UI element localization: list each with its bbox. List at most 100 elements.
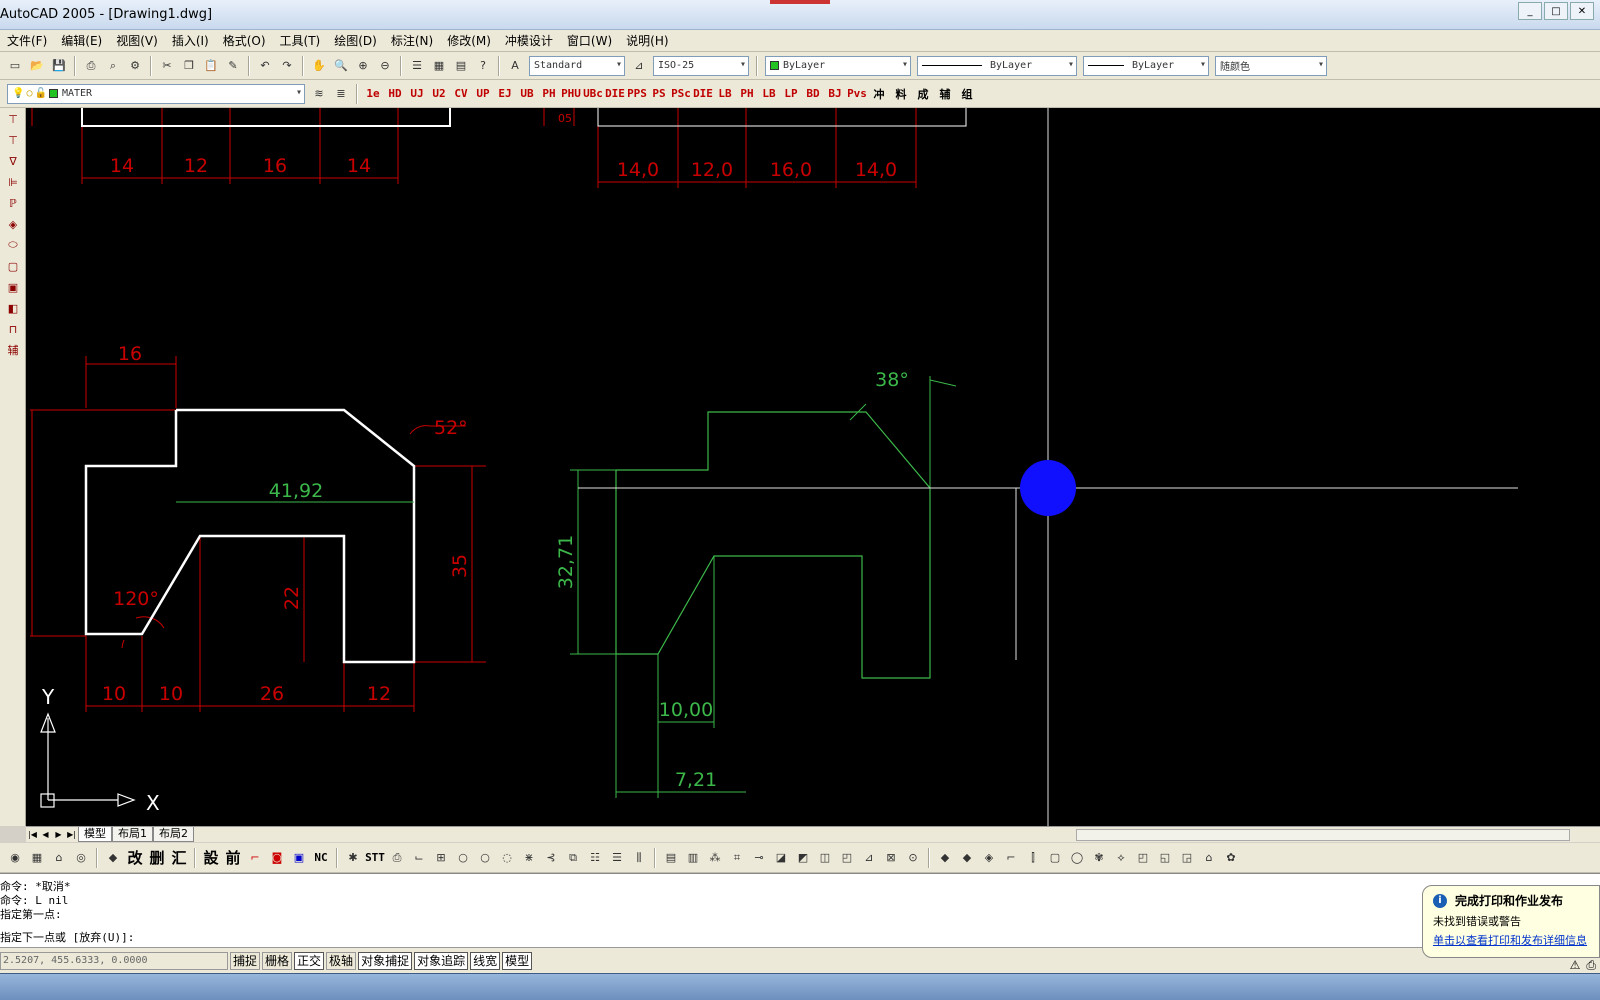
- tool-icon-v[interactable]: ⌗: [727, 848, 747, 868]
- tool-icon-t[interactable]: ▥: [683, 848, 703, 868]
- tab-layout1[interactable]: 布局1: [112, 827, 153, 842]
- delete-btn[interactable]: 删: [147, 848, 167, 868]
- menu-insert[interactable]: 插入(I): [165, 32, 216, 49]
- custom-btn-7[interactable]: EJ: [495, 84, 515, 104]
- next-tab-icon[interactable]: ▶: [52, 830, 65, 839]
- tool-icon-q[interactable]: ☰: [607, 848, 627, 868]
- tool-icon-i[interactable]: ✱: [343, 848, 363, 868]
- tool-icon-j[interactable]: ⎙: [387, 848, 407, 868]
- otrack-toggle[interactable]: 对象追踪: [414, 951, 469, 970]
- custom-btn-5[interactable]: CV: [451, 84, 471, 104]
- tool-icon-aj[interactable]: ▢: [1045, 848, 1065, 868]
- copy-icon[interactable]: ❐: [179, 56, 199, 76]
- print-icon[interactable]: ⎙: [81, 56, 101, 76]
- minimize-button[interactable]: _: [1518, 2, 1542, 20]
- pan-icon[interactable]: ✋: [309, 56, 329, 76]
- custom-btn-10[interactable]: PHU: [561, 84, 581, 104]
- tab-layout2[interactable]: 布局2: [153, 827, 194, 842]
- tool-icon-n[interactable]: ⊰: [541, 848, 561, 868]
- zoom-window-icon[interactable]: ⊕: [353, 56, 373, 76]
- text-style-icon[interactable]: A: [505, 56, 525, 76]
- tool-icon-g[interactable]: ◙: [267, 848, 287, 868]
- die-tool-icon-4[interactable]: ⊫: [3, 172, 23, 192]
- custom-btn-6[interactable]: UP: [473, 84, 493, 104]
- setup-btn[interactable]: 設: [201, 848, 221, 868]
- tool-icon-k[interactable]: ⌙: [409, 848, 429, 868]
- tool-icon-b[interactable]: ▦: [27, 848, 47, 868]
- custom-btn-aux[interactable]: 辅: [935, 84, 955, 104]
- custom-btn-18[interactable]: PH: [737, 84, 757, 104]
- tool-icon-u[interactable]: ⁂: [705, 848, 725, 868]
- polar-toggle[interactable]: 极轴: [326, 951, 357, 970]
- die-tool-icon-5[interactable]: ℙ: [3, 193, 23, 213]
- tool-icon-x[interactable]: ◪: [771, 848, 791, 868]
- nc-btn[interactable]: NC: [311, 848, 331, 868]
- command-window[interactable]: 命令: *取消* 命令: L nil 指定第一点: 指定下一点或 [放弃(U)]…: [0, 873, 1600, 947]
- die-tool-icon-6[interactable]: ◈: [3, 214, 23, 234]
- grid-toggle[interactable]: 栅格: [262, 951, 293, 970]
- notification-link[interactable]: 单击以查看打印和发布详细信息: [1433, 932, 1599, 948]
- die-tool-icon-9[interactable]: ▣: [3, 277, 23, 297]
- tool-icon-aa[interactable]: ◰: [837, 848, 857, 868]
- custom-btn-14[interactable]: PS: [649, 84, 669, 104]
- help-icon[interactable]: ?: [473, 56, 493, 76]
- die-tool-icon-7[interactable]: ⬭: [3, 235, 23, 255]
- ortho-toggle[interactable]: 正交: [294, 951, 325, 970]
- custom-btn-20[interactable]: LP: [781, 84, 801, 104]
- open-file-icon[interactable]: 📂: [27, 56, 47, 76]
- tool-icon-an[interactable]: ◰: [1133, 848, 1153, 868]
- warning-icon[interactable]: ⚠: [1570, 958, 1581, 973]
- menu-die-design[interactable]: 冲模设计: [498, 32, 560, 49]
- tool-icon-af[interactable]: ◆: [957, 848, 977, 868]
- circle-icon-1[interactable]: ○: [453, 848, 473, 868]
- tool-icon-f[interactable]: ⌐: [245, 848, 265, 868]
- die-tool-icon-2[interactable]: ⊤: [3, 130, 23, 150]
- last-tab-icon[interactable]: ▶|: [65, 830, 78, 839]
- menu-format[interactable]: 格式(O): [216, 32, 273, 49]
- tool-icon-ao[interactable]: ◱: [1155, 848, 1175, 868]
- menu-edit[interactable]: 编辑(E): [54, 32, 109, 49]
- preview-icon[interactable]: ⌕: [103, 56, 123, 76]
- custom-btn-19[interactable]: LB: [759, 84, 779, 104]
- tool-icon-r[interactable]: ⫼: [629, 848, 649, 868]
- layer-manager-icon[interactable]: ≣: [331, 84, 351, 104]
- tool-icon-p[interactable]: ☷: [585, 848, 605, 868]
- menu-tools[interactable]: 工具(T): [273, 32, 328, 49]
- command-prompt[interactable]: 指定下一点或 [放弃(U)]:: [0, 931, 134, 945]
- layer-select[interactable]: 💡 ○ 🔓 MATER: [7, 83, 305, 104]
- plot-icon[interactable]: ⎙: [1586, 958, 1596, 973]
- prev-tab-icon[interactable]: ◀: [39, 830, 52, 839]
- tool-icon-z[interactable]: ◫: [815, 848, 835, 868]
- summary-btn[interactable]: 汇: [169, 848, 189, 868]
- circle-icon-2[interactable]: ○: [475, 848, 495, 868]
- front-btn[interactable]: 前: [223, 848, 243, 868]
- tool-icon-y[interactable]: ◩: [793, 848, 813, 868]
- new-file-icon[interactable]: ▭: [5, 56, 25, 76]
- tool-icon-al[interactable]: ✾: [1089, 848, 1109, 868]
- menu-view[interactable]: 视图(V): [109, 32, 165, 49]
- model-toggle[interactable]: 模型: [502, 951, 533, 970]
- custom-btn-22[interactable]: BJ: [825, 84, 845, 104]
- die-tool-icon-12[interactable]: 辅: [3, 340, 23, 360]
- tool-icon-ar[interactable]: ✿: [1221, 848, 1241, 868]
- restore-button[interactable]: □: [1544, 2, 1568, 20]
- custom-btn-4[interactable]: U2: [429, 84, 449, 104]
- custom-btn-form[interactable]: 成: [913, 84, 933, 104]
- die-tool-icon-8[interactable]: ▢: [3, 256, 23, 276]
- custom-btn-2[interactable]: HD: [385, 84, 405, 104]
- custom-btn-material[interactable]: 料: [891, 84, 911, 104]
- zoom-previous-icon[interactable]: ⊖: [375, 56, 395, 76]
- custom-btn-12[interactable]: DIE: [605, 84, 625, 104]
- snap-toggle[interactable]: 捕捉: [230, 951, 261, 970]
- tool-icon-ab[interactable]: ⊿: [859, 848, 879, 868]
- save-icon[interactable]: 💾: [49, 56, 69, 76]
- tool-icon-am[interactable]: ⟡: [1111, 848, 1131, 868]
- tool-icon-ah[interactable]: ⌐: [1001, 848, 1021, 868]
- paste-icon[interactable]: 📋: [201, 56, 221, 76]
- menu-modify[interactable]: 修改(M): [440, 32, 498, 49]
- custom-btn-group[interactable]: 组: [957, 84, 977, 104]
- custom-btn-16[interactable]: DIE: [693, 84, 713, 104]
- custom-btn-15[interactable]: PSc: [671, 84, 691, 104]
- tool-icon-aq[interactable]: ⌂: [1199, 848, 1219, 868]
- color-select[interactable]: ByLayer: [765, 55, 911, 76]
